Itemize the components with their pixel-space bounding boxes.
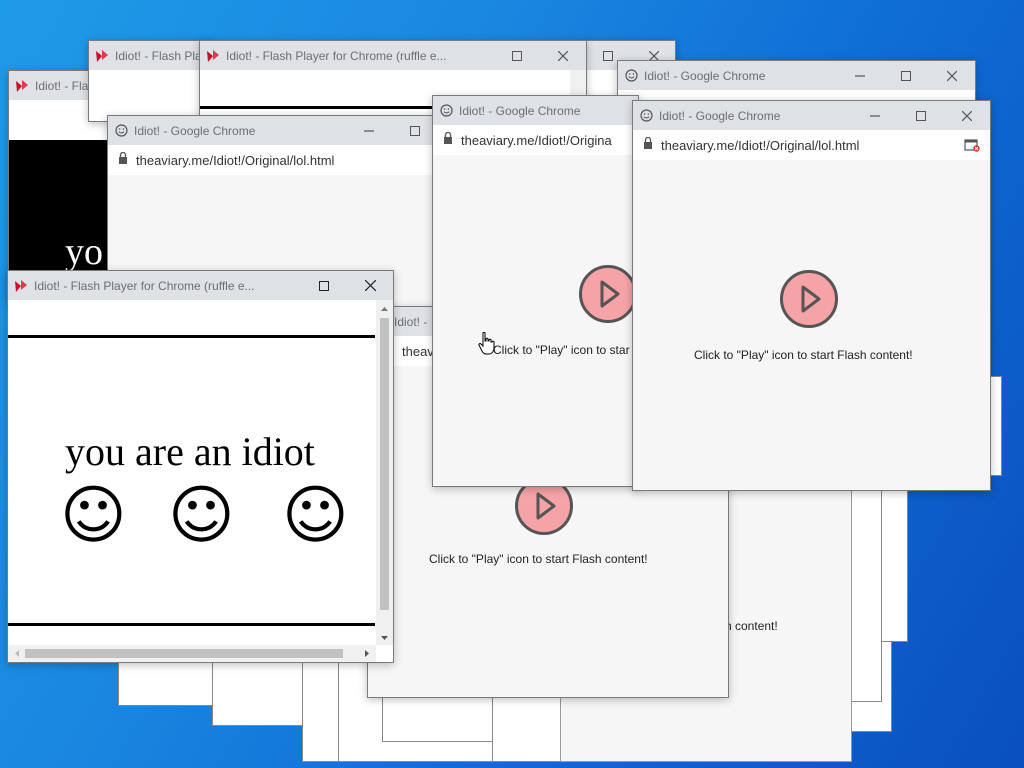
maximize-button[interactable] — [883, 61, 929, 90]
smiley-favicon-icon — [639, 109, 653, 123]
chrome-window[interactable]: Idiot! - Google Chrome theaviary.me/Idio… — [432, 95, 639, 487]
flash-window[interactable]: Idiot! - Flash Pla — [88, 40, 214, 122]
ruffle-logo-icon — [206, 49, 220, 63]
scroll-up-arrow-icon[interactable] — [376, 302, 393, 316]
window-title: Idiot! - Google Chrome — [659, 108, 781, 123]
horizontal-scrollbar[interactable] — [8, 645, 376, 662]
window-title: Idiot! - Google Chrome — [644, 68, 766, 83]
horizontal-scroll-thumb[interactable] — [25, 649, 343, 658]
minimize-button[interactable] — [837, 61, 883, 90]
idiot-text: yo — [65, 231, 103, 273]
close-button[interactable] — [347, 271, 393, 300]
smiley-favicon-icon — [624, 69, 638, 83]
address-bar-url[interactable]: theaviary.me/Idiot!/Original/lol.html — [661, 138, 964, 153]
maximize-button[interactable] — [494, 41, 540, 70]
smiley-face-icon: ☺ — [60, 479, 127, 553]
popup-blocked-icon[interactable] — [964, 138, 980, 152]
ruffle-logo-icon — [95, 49, 109, 63]
play-button[interactable] — [579, 265, 637, 323]
address-bar-url[interactable]: theaviary.me/Idiot!/Original/lol.html — [136, 153, 334, 168]
stage-border-bottom — [8, 623, 375, 626]
smiley-favicon-icon — [439, 104, 453, 118]
close-button[interactable] — [944, 101, 990, 130]
scroll-left-arrow-icon[interactable] — [10, 645, 24, 662]
vertical-scrollbar[interactable] — [376, 300, 393, 645]
minimize-button[interactable] — [346, 116, 392, 145]
smiley-favicon-icon — [114, 124, 128, 138]
hand-cursor-icon — [478, 332, 495, 355]
window-title: Idiot! - Flash Player for Chrome (ruffle… — [226, 48, 447, 63]
maximize-button[interactable] — [898, 101, 944, 130]
flash-message: Click to "Play" icon to start Flash cont… — [429, 552, 648, 566]
minimize-button[interactable] — [852, 101, 898, 130]
ruffle-logo-icon — [15, 79, 29, 93]
vertical-scroll-thumb[interactable] — [380, 318, 389, 610]
lock-icon — [643, 136, 653, 154]
stacked-window-frame — [850, 480, 882, 702]
chrome-window[interactable]: Idiot! - Google Chrome theaviary.me/Idio… — [632, 100, 991, 491]
flash-message: Click to "Play" icon to star — [493, 343, 630, 357]
lock-icon — [443, 131, 453, 149]
scroll-down-arrow-icon[interactable] — [376, 631, 393, 645]
maximize-button[interactable] — [301, 271, 347, 300]
stage-border-top — [8, 335, 375, 338]
play-button[interactable] — [780, 270, 838, 328]
close-button[interactable] — [540, 41, 586, 70]
address-bar-url[interactable]: theaviary.me/Idiot!/Origina — [461, 133, 612, 148]
window-title: Idiot! - Flash Player for Chrome (ruffle… — [34, 278, 255, 293]
window-title: Idiot! - Google Chrome — [459, 103, 581, 118]
close-button[interactable] — [929, 61, 975, 90]
ruffle-logo-icon — [14, 279, 28, 293]
idiot-text: you are an idiot — [65, 429, 315, 474]
lock-icon — [118, 151, 128, 169]
flash-window-front[interactable]: Idiot! - Flash Player for Chrome (ruffle… — [7, 270, 394, 663]
window-title: Idiot! - Google Chrome — [134, 123, 256, 138]
flash-message: Click to "Play" icon to start Flash cont… — [694, 348, 913, 362]
address-bar-url[interactable]: theav — [402, 344, 434, 359]
smiley-face-icon: ☺ — [168, 479, 235, 553]
scroll-right-arrow-icon[interactable] — [360, 645, 374, 662]
smiley-face-icon: ☺ — [282, 479, 349, 553]
